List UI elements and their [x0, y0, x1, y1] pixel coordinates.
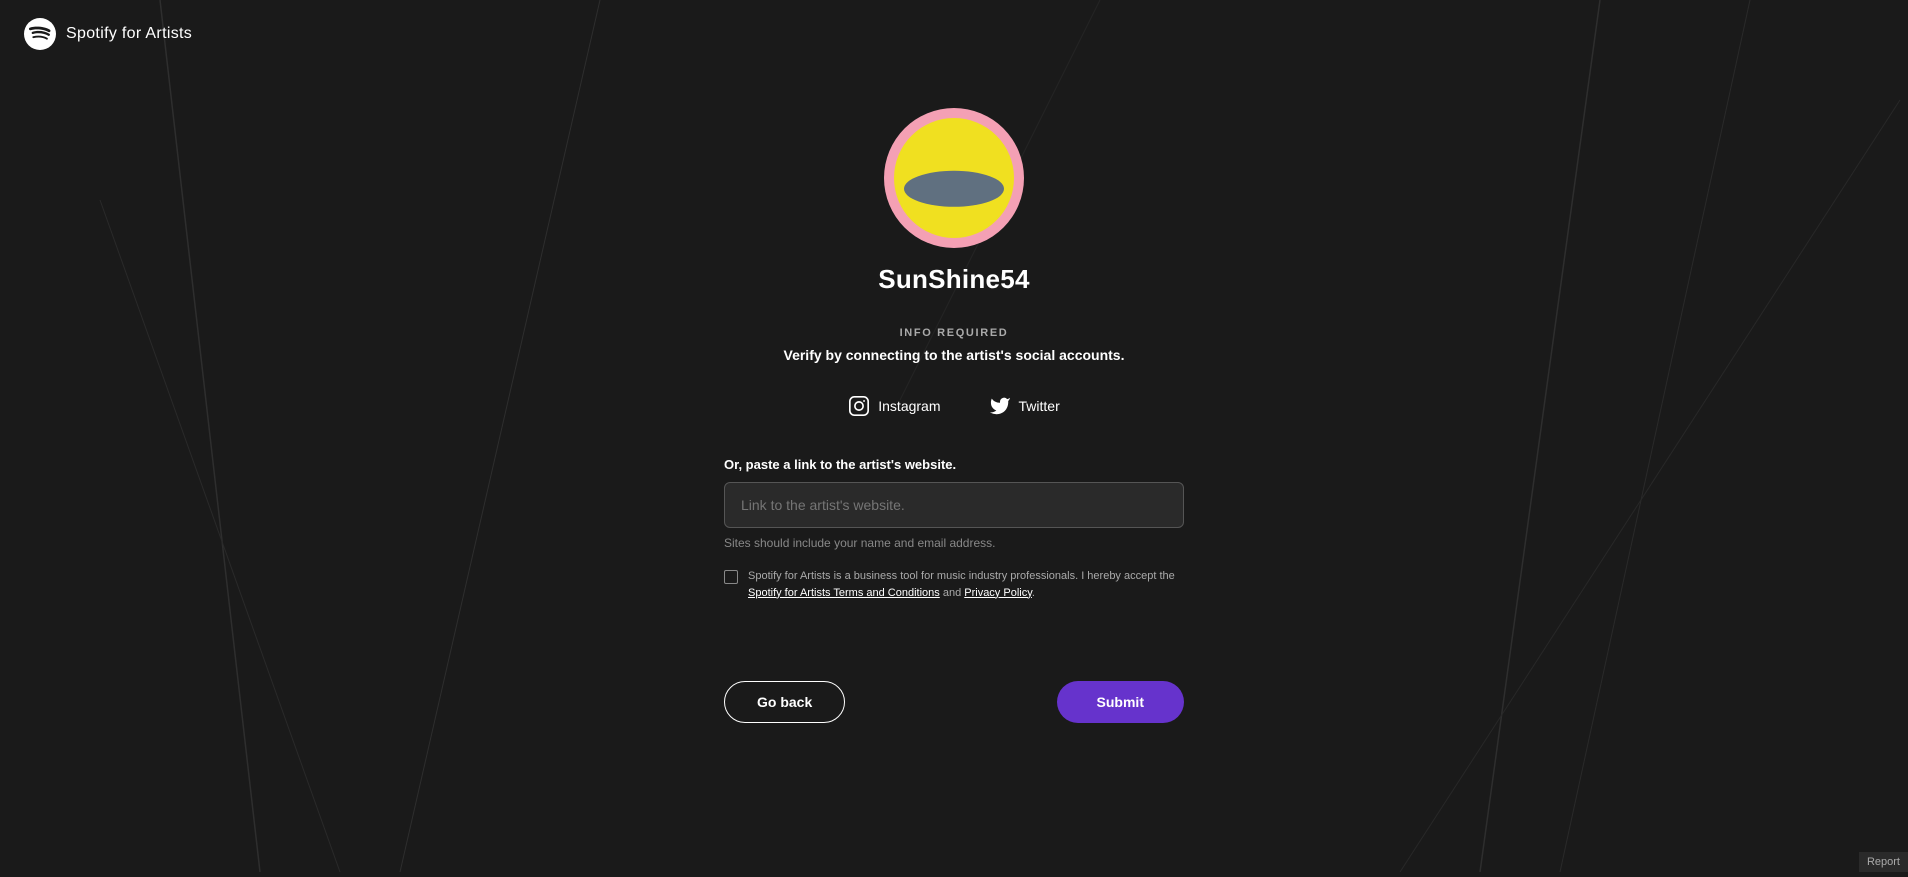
main-content: SunShine54 INFO REQUIRED Verify by conne… — [0, 68, 1908, 723]
logo-area: Spotify for Artists — [24, 18, 192, 50]
website-hint: Sites should include your name and email… — [724, 536, 1184, 550]
website-input[interactable] — [724, 482, 1184, 528]
footer-buttons: Go back Submit — [724, 681, 1184, 723]
instagram-label: Instagram — [878, 398, 940, 414]
logo-bold: Spotify — [66, 25, 117, 42]
website-section: Or, paste a link to the artist's website… — [724, 457, 1184, 550]
report-button[interactable]: Report — [1859, 852, 1908, 872]
twitter-button[interactable]: Twitter — [981, 391, 1068, 421]
header: Spotify for Artists — [0, 0, 1908, 68]
twitter-icon — [989, 395, 1011, 417]
twitter-label: Twitter — [1019, 398, 1060, 414]
instagram-button[interactable]: Instagram — [840, 391, 948, 421]
avatar-inner — [894, 118, 1014, 238]
terms-checkbox[interactable] — [724, 570, 738, 584]
avatar — [884, 108, 1024, 248]
artist-name: SunShine54 — [878, 264, 1029, 295]
avatar-ellipse — [904, 171, 1004, 207]
terms-text: Spotify for Artists is a business tool f… — [748, 568, 1184, 601]
website-label: Or, paste a link to the artist's website… — [724, 457, 1184, 472]
info-section: INFO REQUIRED Verify by connecting to th… — [784, 327, 1125, 363]
info-required-label: INFO REQUIRED — [784, 327, 1125, 339]
submit-button[interactable]: Submit — [1057, 681, 1184, 723]
terms-section: Spotify for Artists is a business tool f… — [724, 568, 1184, 601]
info-subtitle: Verify by connecting to the artist's soc… — [784, 347, 1125, 363]
go-back-button[interactable]: Go back — [724, 681, 845, 723]
terms-prefix: Spotify for Artists is a business tool f… — [748, 570, 1175, 582]
logo-light: for Artists — [117, 25, 192, 42]
logo-text: Spotify for Artists — [66, 25, 192, 43]
instagram-icon — [848, 395, 870, 417]
privacy-policy-link[interactable]: Privacy Policy — [964, 587, 1032, 599]
terms-suffix: . — [1032, 587, 1035, 599]
spotify-logo-icon — [24, 18, 56, 50]
social-buttons: Instagram Twitter — [840, 391, 1067, 421]
terms-middle: and — [940, 587, 964, 599]
terms-conditions-link[interactable]: Spotify for Artists Terms and Conditions — [748, 587, 940, 599]
